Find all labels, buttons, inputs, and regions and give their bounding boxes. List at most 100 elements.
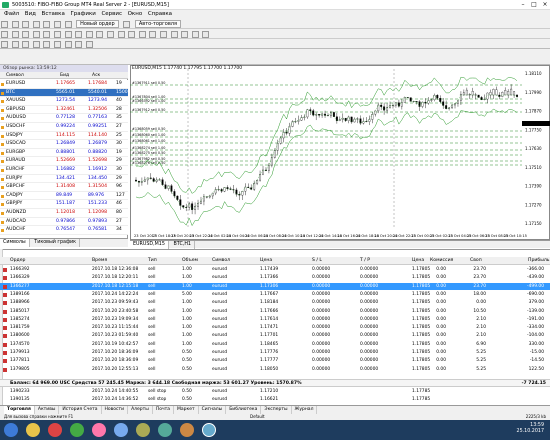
vline-icon[interactable] (22, 30, 30, 38)
templates-icon[interactable] (202, 30, 210, 38)
app-icon-1[interactable] (92, 423, 106, 437)
col-header[interactable]: Ордер (10, 257, 25, 265)
table-row[interactable]: 1366329 2017.10.18 12:20:11 sell 1.00 eurusd… (0, 274, 550, 282)
market-watch-row[interactable]: USDCHF 0.99224 0.99251 27 (0, 123, 128, 132)
editor-icon[interactable] (123, 20, 131, 28)
crosshair-icon[interactable] (11, 30, 19, 38)
pending-row[interactable]: 1390233 2017.10.24 14:40:55 sell stop 0.50 e… (0, 388, 550, 396)
period-m1-icon[interactable] (11, 40, 19, 48)
table-row[interactable]: 1377811 2017.10.20 18:36:09 sell 0.50 eurusd… (0, 357, 550, 365)
start-icon[interactable] (4, 423, 18, 437)
candles-icon[interactable] (106, 30, 114, 38)
period-w1-icon[interactable] (85, 40, 93, 48)
col-header[interactable]: Цена (260, 257, 272, 265)
menu-file[interactable]: Файл (4, 10, 19, 19)
col-symbol[interactable]: Символ (6, 72, 24, 79)
market-watch-row[interactable]: BTC 5565.01 5540.01 1500 (0, 88, 128, 98)
navigator-icon[interactable] (43, 20, 51, 28)
maximize-icon[interactable]: □ (529, 1, 539, 9)
market-watch-row[interactable]: AUDNZD 1.12018 1.12098 80 (0, 209, 128, 218)
indicators-icon[interactable] (181, 30, 189, 38)
period-h1-icon[interactable] (53, 40, 61, 48)
terminal-tab[interactable]: Библиотека (226, 406, 262, 414)
col-header[interactable]: Комиссия (430, 257, 453, 265)
menu-help[interactable]: Справка (148, 10, 172, 19)
table-row[interactable]: 1381759 2017.10.23 11:15:44 sell 1.00 eurusd… (0, 324, 550, 332)
app-icon-5[interactable] (180, 423, 194, 437)
col-header[interactable]: Время (92, 257, 107, 265)
zoom-out-icon[interactable] (138, 30, 146, 38)
menu-insert[interactable]: Вставка (42, 10, 65, 19)
col-header[interactable]: Прибыль (528, 257, 549, 265)
terminal-tab[interactable]: История Счета (59, 406, 102, 414)
explorer-icon[interactable] (26, 423, 40, 437)
period-m30-icon[interactable] (43, 40, 51, 48)
tab-tick-chart[interactable]: Тиковый график (31, 239, 81, 247)
terminal-tab[interactable]: Торговля (4, 406, 35, 414)
autotrading-button[interactable]: Авто-торговля (134, 20, 181, 28)
tab-symbols[interactable]: Символы (0, 239, 30, 247)
col-header[interactable]: Объем (182, 257, 198, 265)
periods-icon[interactable] (191, 30, 199, 38)
menu-window[interactable]: Окно (128, 10, 143, 19)
market-watch-row[interactable]: USDCAD 1.26849 1.26879 30 (0, 140, 128, 149)
col-header[interactable]: Цена (412, 257, 424, 265)
period-m5-icon[interactable] (22, 40, 30, 48)
market-watch-row[interactable]: EURCHF 1.16882 1.16912 30 (0, 166, 128, 175)
menu-view[interactable]: Вид (25, 10, 36, 19)
terminal-tab[interactable]: Маркет (174, 406, 199, 414)
table-row[interactable]: 1366392 2017.10.18 12:36:08 sell 1.00 eurusd… (0, 266, 550, 274)
terminal-tab[interactable]: Алерты (128, 406, 153, 414)
cursor-icon[interactable] (1, 30, 8, 38)
terminal-tab[interactable]: Сигналы (199, 406, 227, 414)
table-row[interactable]: 1374570 2017.10.19 10:42:57 sell 1.00 eurusd… (0, 341, 550, 349)
tab-chart-eurusd[interactable]: EURUSD,M15 (130, 241, 169, 249)
zoom-in-icon[interactable] (128, 30, 136, 38)
hline-icon[interactable] (32, 30, 40, 38)
line-chart-icon[interactable] (117, 30, 125, 38)
opera-icon[interactable] (48, 423, 62, 437)
profiles-icon[interactable] (11, 20, 19, 28)
market-watch-row[interactable]: EURJPY 134.421 134.450 29 (0, 174, 128, 184)
table-row[interactable]: 1385274 2017.10.23 19:09:34 sell 1.00 eurusd… (0, 316, 550, 324)
col-header[interactable]: Тип (148, 257, 157, 265)
autoscroll-icon[interactable] (159, 30, 167, 38)
chart-shift-icon[interactable] (170, 30, 178, 38)
period-d1-icon[interactable] (75, 40, 83, 48)
bar-chart-icon[interactable] (96, 30, 104, 38)
table-row[interactable]: 1379913 2017.10.20 18:36:09 sell 0.50 eurusd… (0, 349, 550, 357)
col-header[interactable]: Своп (470, 257, 482, 265)
new-order-button[interactable]: Новый ордер (76, 20, 119, 28)
market-watch-icon[interactable] (22, 20, 30, 28)
app-icon-3[interactable] (136, 423, 150, 437)
table-row[interactable]: 1389166 2017.10.24 14:22:24 sell 5.00 eurusd… (0, 291, 550, 299)
tab-chart-btc[interactable]: BTC,H1 (171, 241, 195, 249)
market-watch-row[interactable]: GBPCHF 1.31408 1.31504 96 (0, 183, 128, 192)
table-row[interactable]: 1366277 2017.10.18 12:15:18 sell 1.00 eurusd… (0, 282, 550, 291)
table-row[interactable]: 1379805 2017.10.20 12:55:13 sell 0.50 eurusd… (0, 366, 550, 374)
tile-icon[interactable] (149, 30, 157, 38)
period-h4-icon[interactable] (64, 40, 72, 48)
tester-icon[interactable] (64, 20, 72, 28)
market-watch-row[interactable]: XAUUSD 1273.54 1273.94 40 (0, 97, 128, 106)
market-watch-row[interactable]: EURUSD 1.17665 1.17684 19 (0, 80, 128, 89)
market-watch-row[interactable]: AUDCHF 0.76547 0.76581 34 (0, 226, 128, 235)
terminal-tab[interactable]: Новости (102, 406, 129, 414)
terminal-tab[interactable]: Активы (35, 406, 60, 414)
col-header[interactable]: T / P (360, 257, 370, 265)
label-icon[interactable] (85, 30, 93, 38)
menu-charts[interactable]: Графики (70, 10, 95, 19)
market-watch-row[interactable]: AUDUSD 0.77128 0.77163 35 (0, 114, 128, 123)
market-watch-row[interactable]: CADJPY 89.849 89.976 127 (0, 191, 128, 201)
market-watch-row[interactable]: AUDCAD 0.97866 0.97893 27 (0, 217, 128, 227)
mt4-icon[interactable] (202, 423, 216, 437)
table-row[interactable]: 1385017 2017.10.20 23:40:58 sell 1.00 eurusd… (0, 308, 550, 316)
menu-tools[interactable]: Сервис (101, 10, 122, 19)
data-window-icon[interactable] (32, 20, 40, 28)
terminal-tab[interactable]: Почта (153, 406, 175, 414)
col-bid[interactable]: Бид (60, 72, 69, 79)
table-row[interactable]: 1380600 2017.10.23 01:59:40 sell 1.00 eurusd… (0, 332, 550, 340)
terminal-tab[interactable]: Эксперты (261, 406, 292, 414)
fibo-icon[interactable] (64, 30, 72, 38)
market-watch-row[interactable]: EURAUD 1.52669 1.52698 29 (0, 157, 128, 166)
